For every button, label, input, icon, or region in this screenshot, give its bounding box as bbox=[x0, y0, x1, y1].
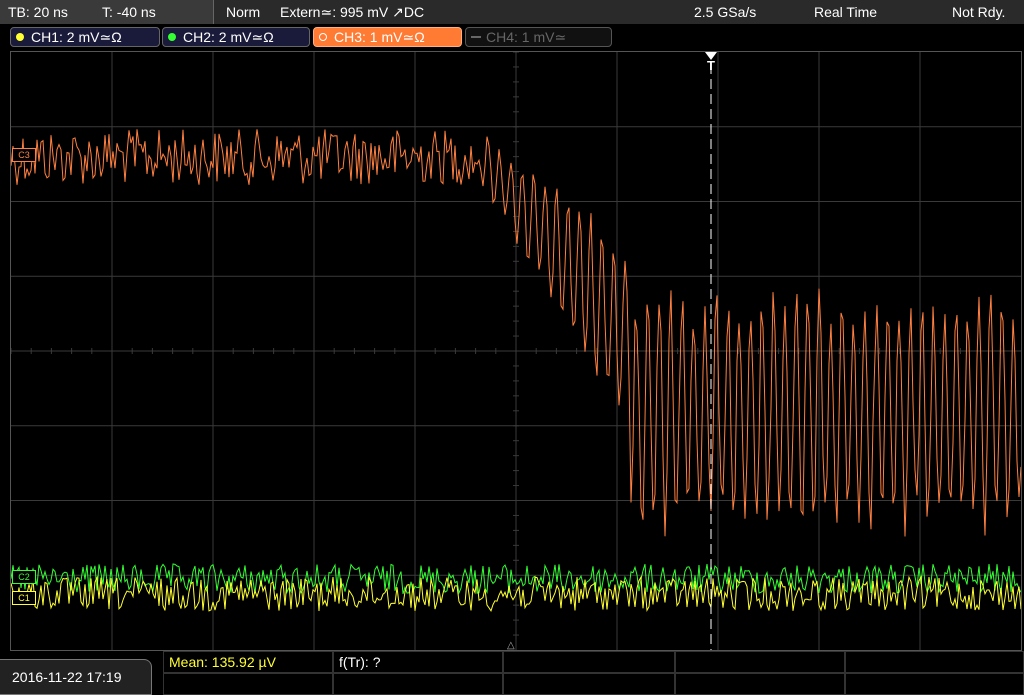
measurement-bar: 2016-11-22 17:19 Mean: 135.92 µV f(Tr): … bbox=[0, 651, 1024, 695]
waveform-canvas bbox=[11, 52, 1021, 650]
trigger-marker-label: T bbox=[707, 58, 715, 73]
channel-bar: CH1: 2 mV≃Ω CH2: 2 mV≃Ω CH3: 1 mV≃Ω CH4:… bbox=[0, 24, 1024, 50]
acq-mode-label[interactable]: Real Time bbox=[814, 0, 877, 24]
channel-button-ch4[interactable]: CH4: 1 mV≃ bbox=[465, 27, 612, 47]
mean-measurement[interactable]: Mean: 135.92 µV bbox=[169, 651, 276, 673]
ch3-reference-marker[interactable]: C3 bbox=[12, 148, 36, 162]
trigger-time-label: T: -40 ns bbox=[102, 4, 156, 20]
ch1-ref-label: C1 bbox=[18, 593, 30, 603]
ch3-label: CH3: 1 mV≃Ω bbox=[334, 29, 425, 45]
ch1-reference-marker[interactable]: C1 bbox=[12, 591, 36, 605]
rise-time-measurement[interactable]: f(Tr): ? bbox=[339, 651, 380, 673]
timebase-panel[interactable]: TB: 20 ns T: -40 ns bbox=[0, 0, 214, 24]
ch3-indicator-icon bbox=[319, 33, 327, 41]
datetime-panel: 2016-11-22 17:19 bbox=[0, 659, 152, 695]
measurement-table[interactable]: Mean: 135.92 µV f(Tr): ? bbox=[163, 651, 1024, 695]
ch4-indicator-icon bbox=[471, 36, 481, 38]
meas-cell bbox=[675, 673, 845, 695]
ch2-ref-label: C2 bbox=[18, 572, 30, 582]
run-state-label[interactable]: Not Rdy. bbox=[952, 0, 1005, 24]
sample-rate-label: 2.5 GSa/s bbox=[694, 4, 757, 20]
trigger-position-marker-icon[interactable]: T bbox=[704, 52, 718, 72]
meas-cell bbox=[163, 673, 333, 695]
timebase-label: TB: 20 ns bbox=[8, 4, 68, 20]
waveform-display[interactable]: T C3 C2 C1 △ bbox=[10, 51, 1022, 651]
ch1-label: CH1: 2 mV≃Ω bbox=[31, 29, 122, 45]
meas-cell bbox=[503, 651, 675, 673]
ch2-reference-marker[interactable]: C2 bbox=[12, 570, 36, 584]
channel-button-ch3[interactable]: CH3: 1 mV≃Ω bbox=[313, 27, 462, 47]
ch4-label: CH4: 1 mV≃ bbox=[486, 29, 567, 45]
trigger-mode-label[interactable]: Norm bbox=[226, 0, 260, 24]
datetime-label: 2016-11-22 17:19 bbox=[12, 669, 122, 685]
trigger-source-label[interactable]: Extern≃: 995 mV ↗DC bbox=[280, 0, 424, 24]
ch2-indicator-icon bbox=[168, 33, 176, 41]
meas-cell bbox=[333, 673, 503, 695]
channel-button-ch2[interactable]: CH2: 2 mV≃Ω bbox=[162, 27, 310, 47]
channel-button-ch1[interactable]: CH1: 2 mV≃Ω bbox=[10, 27, 160, 47]
meas-cell bbox=[845, 651, 1024, 673]
graticule bbox=[11, 52, 1021, 650]
ch2-label: CH2: 2 mV≃Ω bbox=[183, 29, 274, 45]
ch1-indicator-icon bbox=[16, 33, 24, 41]
horizontal-position-marker-icon: △ bbox=[507, 640, 515, 651]
meas-cell bbox=[503, 673, 675, 695]
ch3-ref-label: C3 bbox=[18, 150, 30, 160]
meas-cell bbox=[675, 651, 845, 673]
meas-cell bbox=[845, 673, 1024, 695]
status-bar: TB: 20 ns T: -40 ns Norm Extern≃: 995 mV… bbox=[0, 0, 1024, 24]
